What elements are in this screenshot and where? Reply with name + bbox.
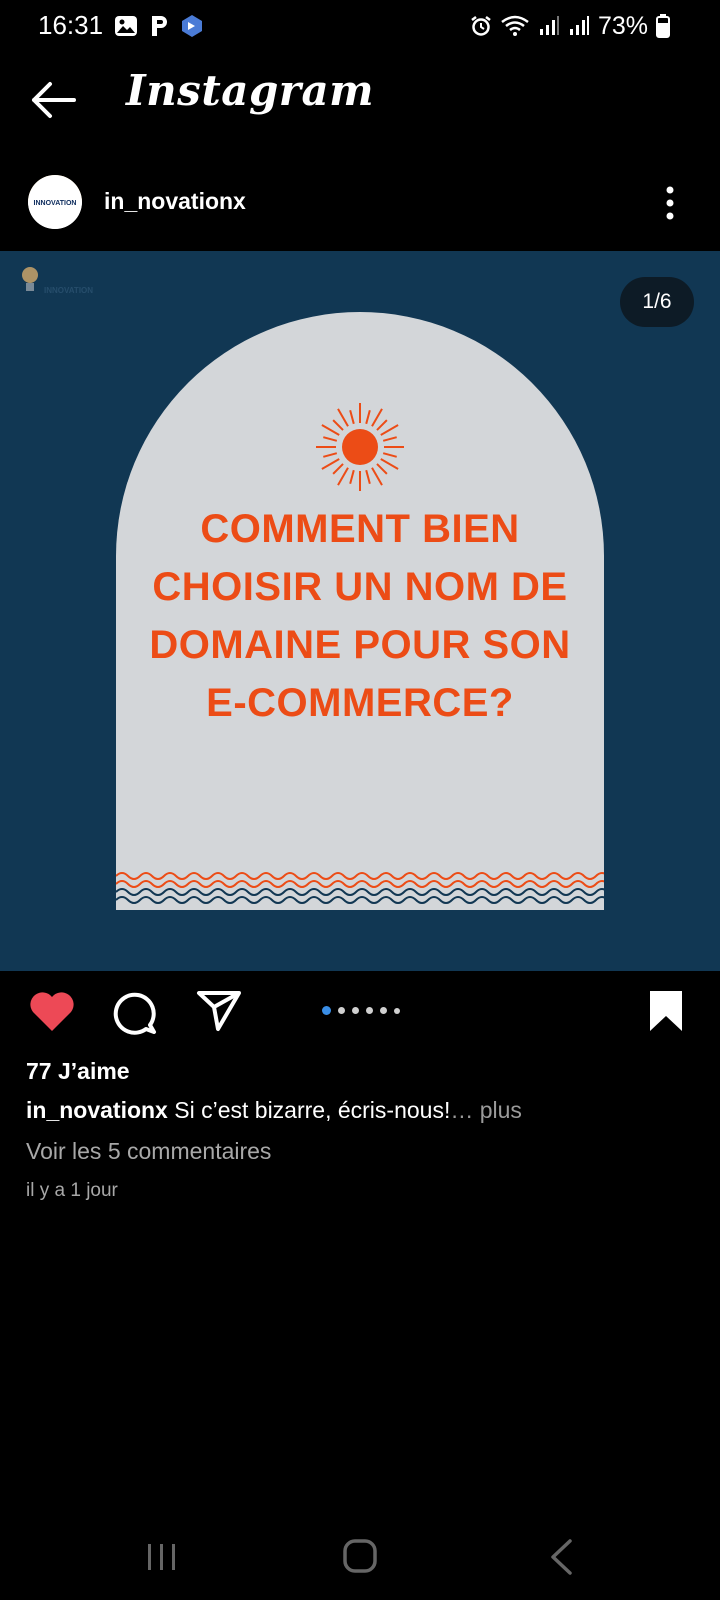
sun-ray bbox=[380, 458, 399, 470]
headline-line-3: DOMAINE POUR SON bbox=[149, 623, 571, 667]
back-arrow-icon[interactable] bbox=[28, 78, 78, 122]
back-icon[interactable] bbox=[548, 1538, 574, 1576]
status-bar: 16:31 73% bbox=[0, 0, 720, 56]
carousel-dots bbox=[322, 1006, 400, 1015]
sun-ray bbox=[321, 424, 340, 436]
battery-percentage: 73% bbox=[597, 11, 648, 40]
carousel-dot bbox=[394, 1007, 400, 1014]
save-bookmark-icon[interactable] bbox=[648, 989, 684, 1033]
wave-decoration bbox=[116, 872, 604, 904]
sun-ray bbox=[349, 410, 355, 425]
lightbulb-icon: INNOVATION bbox=[22, 267, 93, 295]
sun-ray bbox=[332, 463, 344, 475]
signal-icon bbox=[539, 16, 559, 35]
more-options-icon[interactable] bbox=[665, 185, 675, 221]
battery-icon bbox=[656, 14, 670, 38]
sun-ray bbox=[365, 410, 371, 425]
caption-username[interactable]: in_novationx bbox=[26, 1097, 168, 1123]
avatar-text: INNOVATION bbox=[34, 200, 77, 207]
sun-ray bbox=[337, 408, 349, 427]
sun-ray bbox=[371, 408, 383, 427]
headline-line-4: E-COMMERCE? bbox=[206, 681, 514, 725]
sun-ray bbox=[323, 452, 338, 458]
notification-icons bbox=[114, 12, 204, 40]
avatar[interactable]: INNOVATION bbox=[28, 175, 82, 229]
sun-ray bbox=[376, 419, 388, 431]
post-caption: in_novationx Si c’est bizarre, écris-nou… bbox=[26, 1097, 522, 1124]
sun-ray bbox=[380, 424, 399, 436]
gallery-icon bbox=[115, 16, 137, 36]
watermark-text: INNOVATION bbox=[44, 286, 93, 295]
sun-ray bbox=[323, 436, 338, 442]
share-send-icon[interactable] bbox=[196, 989, 242, 1033]
like-heart-icon[interactable] bbox=[28, 989, 76, 1033]
sun-ray bbox=[349, 469, 355, 484]
sun-ray bbox=[376, 463, 388, 475]
recents-icon[interactable] bbox=[146, 1540, 178, 1574]
home-icon[interactable] bbox=[342, 1538, 378, 1574]
carousel-dot bbox=[380, 1007, 387, 1014]
sun-ray bbox=[321, 458, 340, 470]
post-timestamp: il y a 1 jour bbox=[26, 1180, 118, 1201]
watermark-logo: INNOVATION bbox=[14, 261, 94, 301]
sun-icon bbox=[316, 403, 404, 491]
sun-ray bbox=[371, 467, 383, 486]
sun-ray bbox=[382, 452, 397, 458]
headline-line-1: COMMENT BIEN bbox=[200, 507, 520, 551]
sun-ray bbox=[332, 419, 344, 431]
carousel-dot bbox=[366, 1007, 373, 1014]
post-headline: COMMENT BIEN CHOISIR UN NOM DE DOMAINE P… bbox=[116, 500, 604, 732]
carousel-dot bbox=[352, 1007, 359, 1014]
headline-line-2: CHOISIR UN NOM DE bbox=[152, 565, 568, 609]
slide-counter: 1/6 bbox=[620, 277, 694, 327]
post-username[interactable]: in_novationx bbox=[104, 188, 246, 215]
likes-count[interactable]: 77 J’aime bbox=[26, 1058, 130, 1085]
carousel-dot-active bbox=[322, 1006, 331, 1015]
view-comments-link[interactable]: Voir les 5 commentaires bbox=[26, 1138, 271, 1165]
system-icons: 73% bbox=[470, 10, 670, 42]
sun-ray bbox=[365, 469, 371, 484]
app-title: Instagram bbox=[126, 66, 375, 115]
sun-ray bbox=[337, 467, 349, 486]
caption-more-link[interactable]: … plus bbox=[450, 1097, 522, 1123]
caption-text: Si c’est bizarre, écris-nous! bbox=[167, 1097, 451, 1123]
wifi-icon bbox=[501, 15, 529, 36]
p-app-icon bbox=[152, 16, 167, 36]
alarm-icon bbox=[471, 16, 491, 36]
avatar-logo: INNOVATION bbox=[28, 175, 82, 229]
sun-ray bbox=[382, 436, 397, 442]
status-time: 16:31 bbox=[38, 10, 104, 40]
carousel-dot bbox=[338, 1007, 345, 1014]
shield-app-icon bbox=[182, 15, 202, 37]
signal-icon bbox=[569, 16, 589, 35]
comment-icon[interactable] bbox=[112, 989, 158, 1035]
system-nav-bar bbox=[0, 1520, 720, 1600]
